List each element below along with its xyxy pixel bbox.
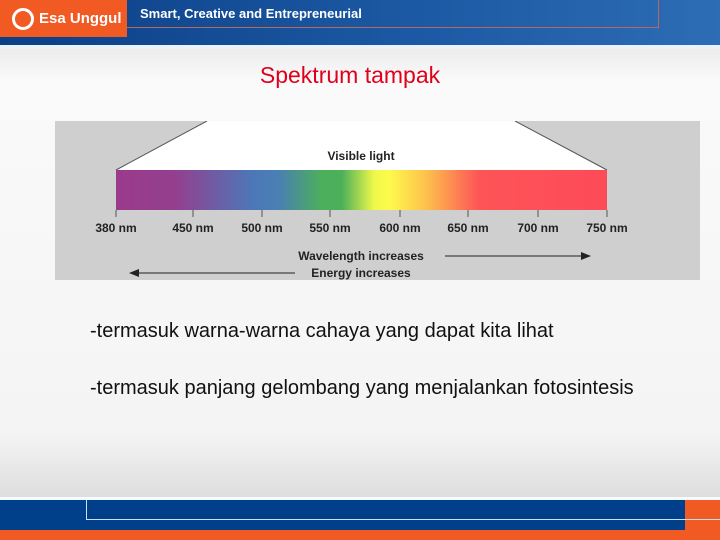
bullet-1: -termasuk warna-warna cahaya yang dapat … <box>90 320 554 342</box>
energy-label: Energy increases <box>311 266 411 280</box>
tick-label: 750 nm <box>586 221 627 235</box>
footer-frame-line <box>86 500 720 520</box>
spectrum-bar <box>116 170 607 210</box>
bullet-2: -termasuk panjang gelombang yang menjala… <box>90 377 634 399</box>
wavelength-label: Wavelength increases <box>298 249 424 263</box>
visible-light-label: Visible light <box>327 149 394 163</box>
tick-label: 550 nm <box>309 221 350 235</box>
tick-label: 450 nm <box>172 221 213 235</box>
tick-label: 500 nm <box>241 221 282 235</box>
logo-icon <box>12 7 34 30</box>
slide-title: Spektrum tampak <box>259 62 441 88</box>
header-divider <box>0 45 720 49</box>
tick-label: 600 nm <box>379 221 420 235</box>
footer-banner <box>0 500 720 540</box>
header-banner: Esa Unggul Smart, Creative and Entrepren… <box>0 0 720 45</box>
tick-label: 650 nm <box>447 221 488 235</box>
tick-label: 700 nm <box>517 221 558 235</box>
tick-label: 380 nm <box>95 221 136 235</box>
logo-text: Esa Unggul <box>39 10 122 27</box>
visible-spectrum-diagram: Visible light 380 nm 450 nm 500 nm 550 nm 60… <box>55 120 700 280</box>
tagline: Smart, Creative and Entrepreneurial <box>140 6 362 21</box>
logo: Esa Unggul <box>0 0 127 37</box>
